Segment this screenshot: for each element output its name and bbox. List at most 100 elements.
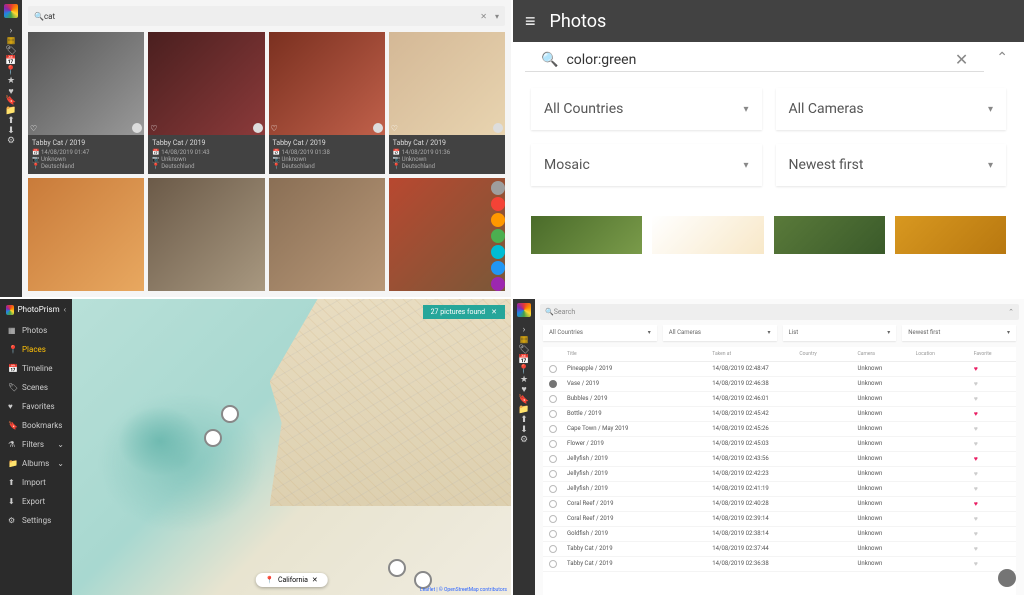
photo-card[interactable]: ♡Tabby Cat / 2019📅 14/08/2019 01:36📷 Unk…	[389, 32, 505, 174]
filter-select[interactable]: Mosaic▾	[531, 144, 762, 186]
row-select[interactable]	[549, 425, 557, 433]
heart-icon[interactable]: ♡	[391, 124, 398, 133]
row-select[interactable]	[549, 380, 557, 388]
filter-select[interactable]: All Countries▾	[531, 88, 762, 130]
sidebar-icon[interactable]: 📍	[519, 365, 529, 375]
fab-button[interactable]	[491, 181, 505, 195]
sidebar-icon[interactable]: ⚙	[6, 136, 16, 146]
table-row[interactable]: Flower / 201914/08/2019 02:45:03Unknown♥	[543, 437, 1016, 452]
app-logo[interactable]	[6, 305, 14, 315]
fab-button[interactable]	[491, 197, 505, 211]
row-select[interactable]	[549, 500, 557, 508]
favorite-icon[interactable]: ♥	[974, 455, 1010, 463]
row-select[interactable]	[549, 545, 557, 553]
sidebar-item[interactable]: ⬆Import	[0, 473, 72, 492]
fab-button[interactable]	[998, 569, 1016, 587]
select-icon[interactable]	[253, 123, 263, 133]
fab-button[interactable]	[491, 261, 505, 275]
map-pin[interactable]	[204, 429, 222, 447]
sidebar-icon[interactable]: 🏷	[6, 46, 16, 56]
expand-icon[interactable]: ⌄	[57, 459, 64, 468]
table-row[interactable]: Tabby Cat / 201914/08/2019 02:37:44Unkno…	[543, 542, 1016, 557]
favorite-icon[interactable]: ♥	[974, 530, 1010, 538]
sidebar-icon[interactable]: 📁	[6, 106, 16, 116]
collapse-icon[interactable]: ⌃	[1008, 308, 1014, 316]
photo-thumb[interactable]	[389, 178, 505, 291]
favorite-icon[interactable]: ♥	[974, 500, 1010, 508]
select-icon[interactable]	[493, 123, 503, 133]
filter-select[interactable]: All Countries▾	[543, 325, 657, 341]
table-row[interactable]: Jellyfish / 201914/08/2019 02:41:19Unkno…	[543, 482, 1016, 497]
sidebar-icon[interactable]: ›	[519, 325, 529, 335]
fab-button[interactable]	[491, 213, 505, 227]
search-query[interactable]: color:green	[566, 52, 946, 68]
row-select[interactable]	[549, 365, 557, 373]
table-row[interactable]: Cape Town / May 201914/08/2019 02:45:26U…	[543, 422, 1016, 437]
search-bar[interactable]: 🔍 Search ⌃	[540, 304, 1019, 320]
photo-card[interactable]: ♡Tabby Cat / 2019📅 14/08/2019 01:38📷 Unk…	[269, 32, 385, 174]
row-select[interactable]	[549, 515, 557, 523]
sidebar-item[interactable]: 🏷Scenes	[0, 378, 72, 397]
location-chip[interactable]: 📍 California ✕	[255, 573, 328, 587]
photo-thumb[interactable]	[531, 216, 642, 254]
sidebar-icon[interactable]: 🔖	[519, 395, 529, 405]
table-row[interactable]: Goldfish / 201914/08/2019 02:38:14Unknow…	[543, 527, 1016, 542]
map-pin[interactable]	[221, 405, 239, 423]
row-select[interactable]	[549, 410, 557, 418]
app-logo[interactable]	[517, 303, 531, 317]
sidebar-icon[interactable]: ⬆	[6, 116, 16, 126]
fab-button[interactable]	[491, 245, 505, 259]
collapse-icon[interactable]: ⌃	[996, 50, 1008, 66]
photo-thumb[interactable]	[28, 178, 144, 291]
clear-icon[interactable]: ✕	[480, 12, 487, 21]
clear-icon[interactable]: ✕	[312, 576, 318, 584]
sidebar-item[interactable]: 🔖Bookmarks	[0, 416, 72, 435]
menu-icon[interactable]: ≡	[525, 11, 536, 32]
favorite-icon[interactable]: ♥	[974, 425, 1010, 433]
sidebar-icon[interactable]: ⬇	[519, 425, 529, 435]
favorite-icon[interactable]: ♥	[974, 365, 1010, 373]
sidebar-icon[interactable]: ⬆	[519, 415, 529, 425]
favorite-icon[interactable]: ♥	[974, 545, 1010, 553]
sidebar-item[interactable]: ⚙Settings	[0, 511, 72, 530]
table-row[interactable]: Coral Reef / 201914/08/2019 02:39:14Unkn…	[543, 512, 1016, 527]
select-icon[interactable]	[132, 123, 142, 133]
filter-select[interactable]: Newest first▾	[902, 325, 1016, 341]
table-row[interactable]: Coral Reef / 201914/08/2019 02:40:28Unkn…	[543, 497, 1016, 512]
search-bar[interactable]: 🔍 cat ✕ ▾	[28, 6, 505, 26]
search-bar[interactable]: 🔍 color:green ✕	[525, 42, 984, 72]
sidebar-icon[interactable]: ▦	[519, 335, 529, 345]
sidebar-item[interactable]: ⬇Export	[0, 492, 72, 511]
favorite-icon[interactable]: ♥	[974, 410, 1010, 418]
sidebar-icon[interactable]: ★	[519, 375, 529, 385]
row-select[interactable]	[549, 485, 557, 493]
search-placeholder[interactable]: Search	[554, 308, 1008, 316]
table-row[interactable]: Tabby Cat / 201914/08/2019 02:36:38Unkno…	[543, 557, 1016, 572]
photo-card[interactable]: ♡Tabby Cat / 2019📅 14/08/2019 01:47📷 Unk…	[28, 32, 144, 174]
select-icon[interactable]	[373, 123, 383, 133]
column-header[interactable]: Location	[916, 351, 974, 357]
favorite-icon[interactable]: ♥	[974, 485, 1010, 493]
sidebar-item[interactable]: 📁Albums⌄	[0, 454, 72, 473]
sidebar-item[interactable]: 📍Places	[0, 340, 72, 359]
heart-icon[interactable]: ♡	[150, 124, 157, 133]
sidebar-item[interactable]: ⚗Filters⌄	[0, 435, 72, 454]
row-select[interactable]	[549, 470, 557, 478]
sidebar-icon[interactable]: 📍	[6, 66, 16, 76]
sidebar-icon[interactable]: ♥	[519, 385, 529, 395]
table-row[interactable]: Bubbles / 201914/08/2019 02:46:01Unknown…	[543, 392, 1016, 407]
photo-thumb[interactable]	[269, 178, 385, 291]
clear-icon[interactable]: ✕	[955, 50, 968, 69]
expand-icon[interactable]: ⌄	[57, 440, 64, 449]
photo-thumb[interactable]	[774, 216, 885, 254]
favorite-icon[interactable]: ♥	[974, 470, 1010, 478]
table-row[interactable]: Jellyfish / 201914/08/2019 02:43:56Unkno…	[543, 452, 1016, 467]
table-row[interactable]: Bottle / 201914/08/2019 02:45:42Unknown♥	[543, 407, 1016, 422]
sidebar-icon[interactable]: ⚙	[519, 435, 529, 445]
sidebar-item[interactable]: 📅Timeline	[0, 359, 72, 378]
column-header[interactable]	[549, 351, 567, 357]
fab-button[interactable]	[491, 229, 505, 243]
photo-thumb[interactable]	[895, 216, 1006, 254]
favorite-icon[interactable]: ♥	[974, 440, 1010, 448]
sidebar-item[interactable]: ▦Photos	[0, 321, 72, 340]
